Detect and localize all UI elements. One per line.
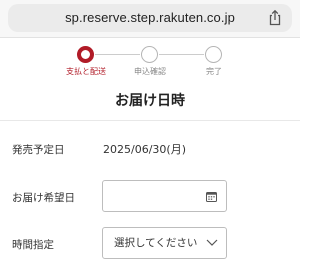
step-2-indicator xyxy=(141,46,158,63)
step-3-indicator xyxy=(205,46,222,63)
step-2-label: 申込確認 xyxy=(134,67,166,76)
url-field[interactable]: sp.reserve.step.rakuten.co.jp xyxy=(8,4,292,32)
step-connector xyxy=(159,54,204,55)
time-slot-select[interactable]: 選択してください xyxy=(102,227,227,259)
release-date-value: 2025/06/30(月) xyxy=(103,143,186,156)
page-title: お届け日時 xyxy=(115,93,185,109)
release-date-label: 発売予定日 xyxy=(12,144,65,156)
delivery-date-input[interactable] xyxy=(102,180,227,212)
browser-address-bar: sp.reserve.step.rakuten.co.jp xyxy=(0,0,300,38)
divider xyxy=(0,120,300,121)
url-text: sp.reserve.step.rakuten.co.jp xyxy=(65,10,235,25)
checkout-stepper: 支払と配送 申込確認 完了 xyxy=(0,44,300,84)
calendar-icon[interactable] xyxy=(206,191,217,202)
step-1-indicator xyxy=(77,46,94,63)
step-3-label: 完了 xyxy=(206,67,222,76)
time-slot-label: 時間指定 xyxy=(12,239,54,251)
step-1-label: 支払と配送 xyxy=(66,67,106,76)
step-connector xyxy=(95,54,140,55)
chevron-down-icon xyxy=(206,239,218,246)
delivery-date-label: お届け希望日 xyxy=(12,192,75,204)
time-slot-selected: 選択してください xyxy=(114,237,198,249)
share-icon[interactable] xyxy=(266,9,284,27)
